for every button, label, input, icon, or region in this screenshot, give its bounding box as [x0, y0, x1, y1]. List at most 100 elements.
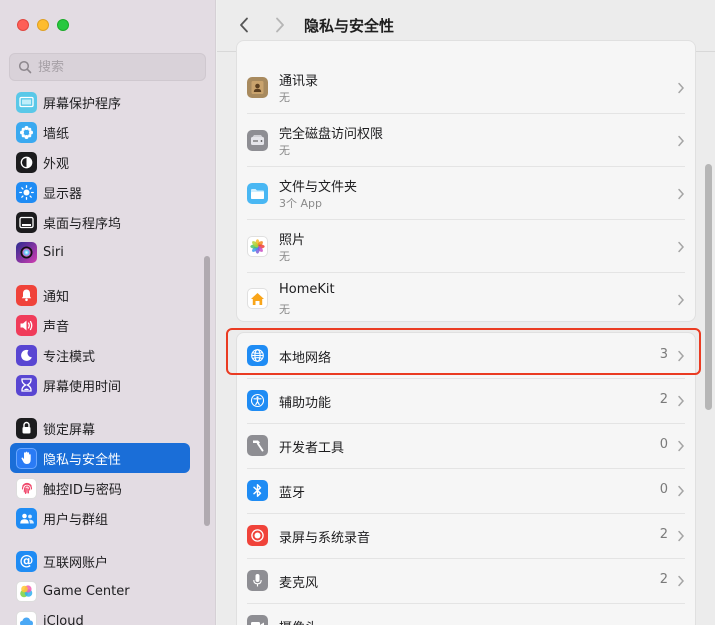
sidebar-item-label: 墙纸 [43, 126, 70, 142]
permission-row-camera[interactable]: 摄像头 [237, 604, 697, 625]
content-scrollbar[interactable] [705, 164, 712, 410]
page-title: 隐私与安全性 [304, 17, 395, 35]
record-icon [247, 525, 268, 546]
permission-row-photos[interactable]: 照片 无 [237, 220, 697, 273]
sidebar-item-sound[interactable]: 声音 [10, 310, 190, 340]
permission-row-homekit[interactable]: HomeKit 无 [237, 273, 697, 323]
screensaver-icon [16, 91, 37, 113]
sidebar-item-display[interactable]: 显示器 [10, 177, 190, 207]
permission-subtitle: 3个 App [279, 197, 322, 210]
game-center-icon [16, 580, 37, 602]
permission-row-microphone[interactable]: 麦克风 2 [237, 559, 697, 603]
permission-row-contacts[interactable]: 通讯录 无 [237, 61, 697, 114]
sidebar-item-label: 触控ID与密码 [43, 482, 122, 498]
permissions-group-files: 通讯录 无 完全磁盘访问权限 无 文件与文件夹 3个 App 照片 无 Home… [236, 40, 696, 322]
permission-count: 2 [659, 392, 668, 407]
display-icon [16, 181, 37, 203]
permission-row-screen-recording[interactable]: 录屏与系统录音 2 [237, 514, 697, 558]
sidebar-item-icloud[interactable]: iCloud [10, 606, 190, 625]
chevron-right-icon [678, 485, 685, 497]
sidebar-item-wallpaper[interactable]: 墙纸 [10, 117, 190, 147]
permission-title: 录屏与系统录音 [279, 531, 371, 546]
fingerprint-icon [16, 477, 37, 499]
siri-icon [16, 241, 37, 263]
sidebar-item-label: 用户与群组 [43, 512, 109, 528]
close-button[interactable] [17, 19, 29, 31]
chevron-right-icon [678, 395, 685, 407]
back-button[interactable] [232, 13, 256, 37]
chevron-right-icon [678, 188, 685, 200]
permission-count: 2 [659, 572, 668, 587]
traffic-lights [17, 19, 69, 31]
sidebar-item-game-center[interactable]: Game Center [10, 576, 190, 606]
permission-title: 通讯录 [279, 74, 319, 89]
sidebar-item-label: 互联网账户 [43, 555, 109, 571]
content-pane: 隐私与安全性 通讯录 无 完全磁盘访问权限 无 文件与文件夹 3个 App 照片… [217, 0, 715, 625]
permission-subtitle: 无 [279, 250, 290, 263]
sidebar-item-privacy-security[interactable]: 隐私与安全性 [10, 443, 190, 473]
sidebar-scrollbar[interactable] [204, 256, 210, 526]
zoom-button[interactable] [57, 19, 69, 31]
sidebar-item-siri[interactable]: Siri [10, 237, 190, 267]
dock-icon [16, 211, 37, 233]
permission-row-bluetooth[interactable]: 蓝牙 0 [237, 469, 697, 513]
sidebar-item-label: iCloud [43, 613, 84, 625]
permission-title: 完全磁盘访问权限 [279, 127, 384, 142]
hammer-icon [247, 435, 268, 456]
permission-count: 0 [659, 437, 668, 452]
sidebar-item-appearance[interactable]: 外观 [10, 147, 190, 177]
sidebar-item-label: 显示器 [43, 186, 83, 202]
appearance-icon [16, 151, 37, 173]
icloud-icon [16, 610, 37, 625]
globe-icon [247, 345, 268, 366]
permission-row-full-disk[interactable]: 完全磁盘访问权限 无 [237, 114, 697, 167]
minimize-button[interactable] [37, 19, 49, 31]
permission-row-accessibility[interactable]: 辅助功能 2 [237, 379, 697, 423]
camera-icon [247, 615, 268, 625]
permission-count: 2 [659, 527, 668, 542]
sidebar-item-internet-accounts[interactable]: @ 互联网账户 [10, 546, 190, 576]
permissions-group-devices: 本地网络 3 辅助功能 2 开发者工具 0 蓝牙 0 录屏与系统录音 2 麦克风… [236, 332, 696, 625]
search-input[interactable] [38, 59, 188, 75]
permission-row-local-network[interactable]: 本地网络 3 [237, 333, 697, 378]
sidebar-item-screensaver[interactable]: 屏幕保护程序 [10, 87, 190, 117]
search-field[interactable] [9, 53, 206, 81]
permission-title: 辅助功能 [279, 396, 332, 411]
sidebar-item-label: 锁定屏幕 [43, 422, 96, 438]
users-icon [16, 507, 37, 529]
forward-button[interactable] [268, 13, 292, 37]
bluetooth-icon [247, 480, 268, 501]
permission-row-files-folders[interactable]: 文件与文件夹 3个 App [237, 167, 697, 220]
search-icon [18, 60, 32, 74]
permission-title: 摄像头 [279, 617, 318, 625]
permission-subtitle: 无 [279, 303, 290, 316]
chevron-right-icon [276, 17, 284, 33]
permission-title: 文件与文件夹 [279, 180, 358, 195]
permission-title: 开发者工具 [279, 441, 345, 456]
sidebar-item-lock-screen[interactable]: 锁定屏幕 [10, 413, 190, 443]
contacts-icon [247, 77, 268, 98]
permission-row-developer-tools[interactable]: 开发者工具 0 [237, 424, 697, 468]
permission-count: 3 [659, 347, 668, 362]
sidebar-item-label: Siri [43, 244, 64, 260]
chevron-right-icon [678, 440, 685, 452]
chevron-right-icon [678, 530, 685, 542]
sidebar-item-focus[interactable]: 专注模式 [10, 340, 190, 370]
sidebar-item-dock[interactable]: 桌面与程序坞 [10, 207, 190, 237]
photos-icon [247, 236, 268, 257]
sidebar: 屏幕保护程序 墙纸 外观 显示器 桌面与程序坞 [0, 0, 216, 625]
sidebar-item-users-groups[interactable]: 用户与群组 [10, 503, 190, 533]
sidebar-item-label: 屏幕保护程序 [43, 96, 122, 112]
settings-window: 屏幕保护程序 墙纸 外观 显示器 桌面与程序坞 [0, 0, 715, 625]
permission-title: 蓝牙 [279, 486, 306, 501]
permission-subtitle: 无 [279, 144, 290, 157]
chevron-right-icon [678, 241, 685, 253]
at-icon: @ [16, 550, 37, 572]
sidebar-item-notifications[interactable]: 通知 [10, 280, 190, 310]
sidebar-item-label: 外观 [43, 156, 70, 172]
sidebar-item-touch-id[interactable]: 触控ID与密码 [10, 473, 190, 503]
sidebar-item-screen-time[interactable]: 屏幕使用时间 [10, 370, 190, 400]
hand-icon [16, 447, 37, 469]
lock-icon [16, 417, 37, 439]
sidebar-item-label: Game Center [43, 583, 130, 599]
